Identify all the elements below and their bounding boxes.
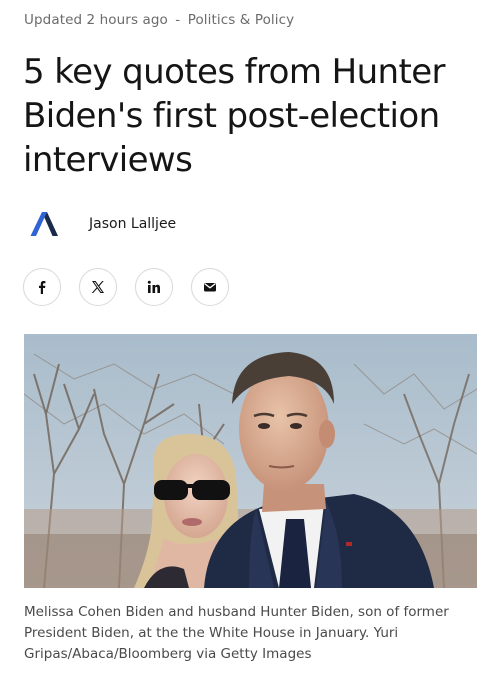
x-share-button[interactable]	[79, 268, 117, 306]
x-icon	[91, 281, 104, 293]
facebook-icon	[39, 281, 46, 294]
email-share-button[interactable]	[191, 268, 229, 306]
author-name[interactable]: Jason Lalljee	[89, 216, 176, 232]
linkedin-share-button[interactable]	[135, 268, 173, 306]
author-byline[interactable]: Jason Lalljee	[24, 204, 176, 244]
headline: 5 key quotes from Hunter Biden's first p…	[23, 52, 445, 180]
meta-separator: -	[175, 12, 181, 28]
updated-time: Updated 2 hours ago	[24, 12, 168, 28]
share-bar	[23, 268, 247, 306]
facebook-share-button[interactable]	[23, 268, 61, 306]
linkedin-icon	[147, 280, 160, 293]
email-icon	[204, 283, 216, 292]
publisher-logo-icon	[24, 204, 64, 244]
article-photo	[24, 334, 477, 588]
category-link[interactable]: Politics & Policy	[188, 12, 295, 28]
article-meta: Updated 2 hours ago - Politics & Policy	[24, 12, 294, 28]
photo-caption: Melissa Cohen Biden and husband Hunter B…	[24, 604, 449, 662]
